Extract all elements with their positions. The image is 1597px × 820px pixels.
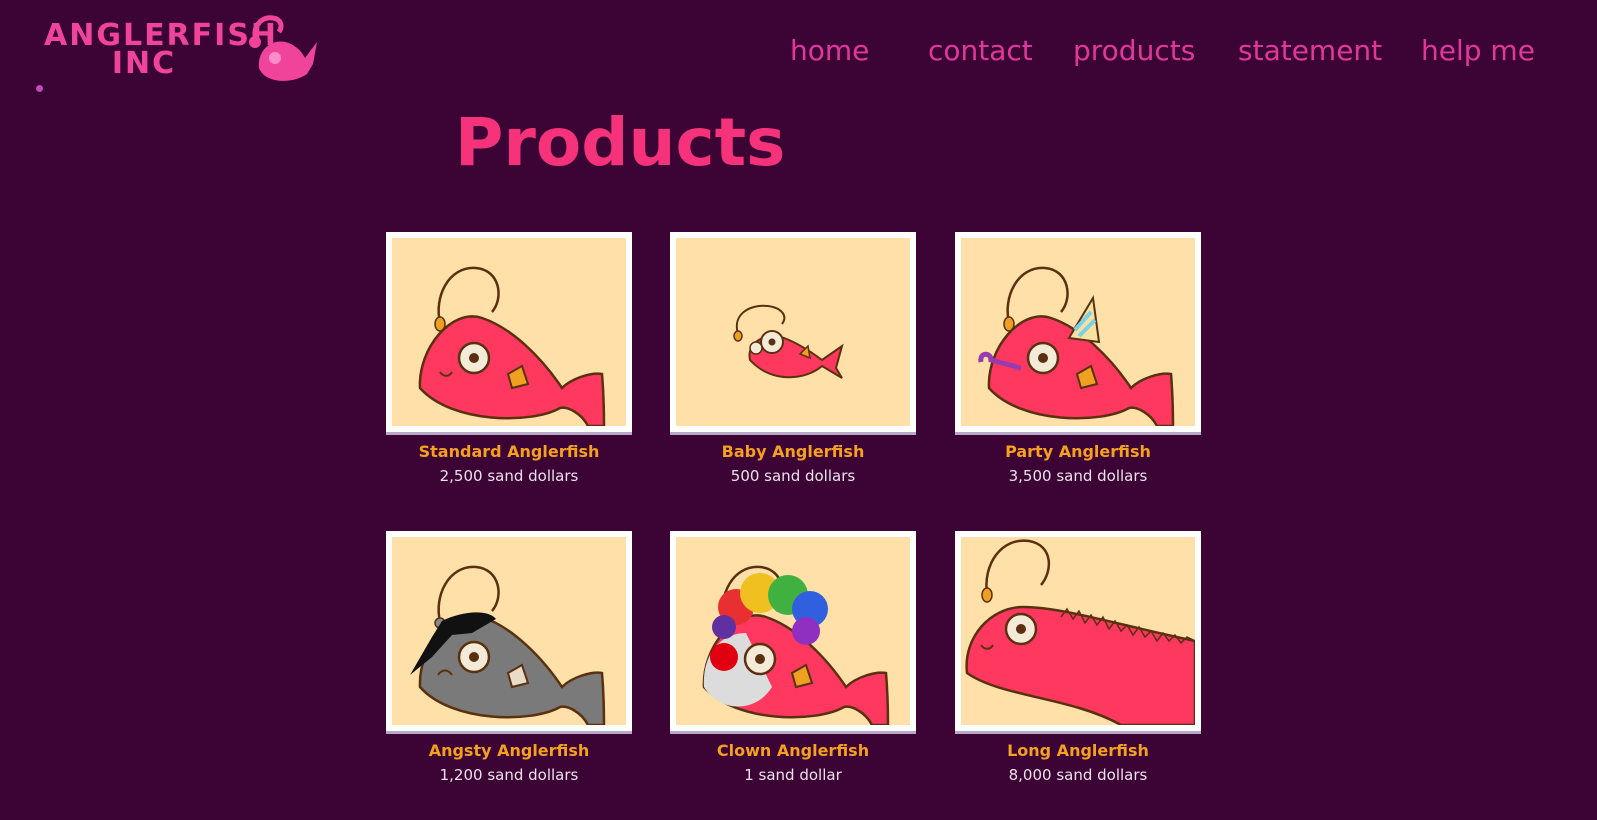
standard-anglerfish-image — [418, 266, 606, 426]
product-card[interactable]: Clown Anglerfish 1 sand dollar — [670, 531, 916, 801]
product-card[interactable]: Party Anglerfish 3,500 sand dollars — [955, 232, 1201, 502]
product-name[interactable]: Party Anglerfish — [955, 442, 1201, 461]
product-name[interactable]: Standard Anglerfish — [386, 442, 632, 461]
logo-line-2: INC — [111, 46, 177, 81]
product-name[interactable]: Angsty Anglerfish — [386, 741, 632, 760]
product-image-frame[interactable] — [386, 232, 632, 432]
product-card[interactable]: Standard Anglerfish 2,500 sand dollars — [386, 232, 632, 502]
product-price: 1 sand dollar — [744, 766, 842, 784]
nav-products[interactable]: products — [1073, 34, 1195, 67]
product-price: 1,200 sand dollars — [439, 766, 579, 784]
nav-statement[interactable]: statement — [1238, 34, 1382, 67]
anglerfish-logo-icon — [249, 15, 317, 81]
page-title: Products — [455, 104, 786, 181]
product-name[interactable]: Long Anglerfish — [955, 741, 1201, 760]
long-anglerfish-image — [965, 539, 1195, 725]
baby-anglerfish-image — [733, 304, 844, 379]
product-grid: Standard Anglerfish 2,500 sand dollars B… — [386, 232, 1206, 792]
product-card[interactable]: Long Anglerfish 8,000 sand dollars — [955, 531, 1201, 801]
site-logo[interactable]: ANGLERFISH INC — [40, 10, 330, 90]
product-image-frame[interactable] — [670, 531, 916, 731]
nav-contact[interactable]: contact — [928, 34, 1033, 67]
product-price: 3,500 sand dollars — [1008, 467, 1148, 485]
product-image-frame[interactable] — [955, 531, 1201, 731]
product-name[interactable]: Baby Anglerfish — [670, 442, 916, 461]
product-image-frame[interactable] — [386, 531, 632, 731]
angsty-anglerfish-image — [410, 565, 606, 725]
product-image-frame[interactable] — [955, 232, 1201, 432]
product-card[interactable]: Baby Anglerfish 500 sand dollars — [670, 232, 916, 502]
logo-text: ANGLERFISH INC — [44, 21, 276, 81]
product-price: 2,500 sand dollars — [439, 467, 579, 485]
party-anglerfish-image — [978, 266, 1175, 426]
product-card[interactable]: Angsty Anglerfish 1,200 sand dollars — [386, 531, 632, 801]
decorative-dot — [36, 85, 43, 92]
product-image-frame[interactable] — [670, 232, 916, 432]
product-price: 500 sand dollars — [730, 467, 856, 485]
clown-anglerfish-image — [702, 565, 890, 725]
nav-home[interactable]: home — [790, 34, 869, 67]
main-nav: home contact products statement help me — [780, 34, 1540, 74]
product-price: 8,000 sand dollars — [1008, 766, 1148, 784]
nav-help-me[interactable]: help me — [1421, 34, 1535, 67]
product-name[interactable]: Clown Anglerfish — [670, 741, 916, 760]
